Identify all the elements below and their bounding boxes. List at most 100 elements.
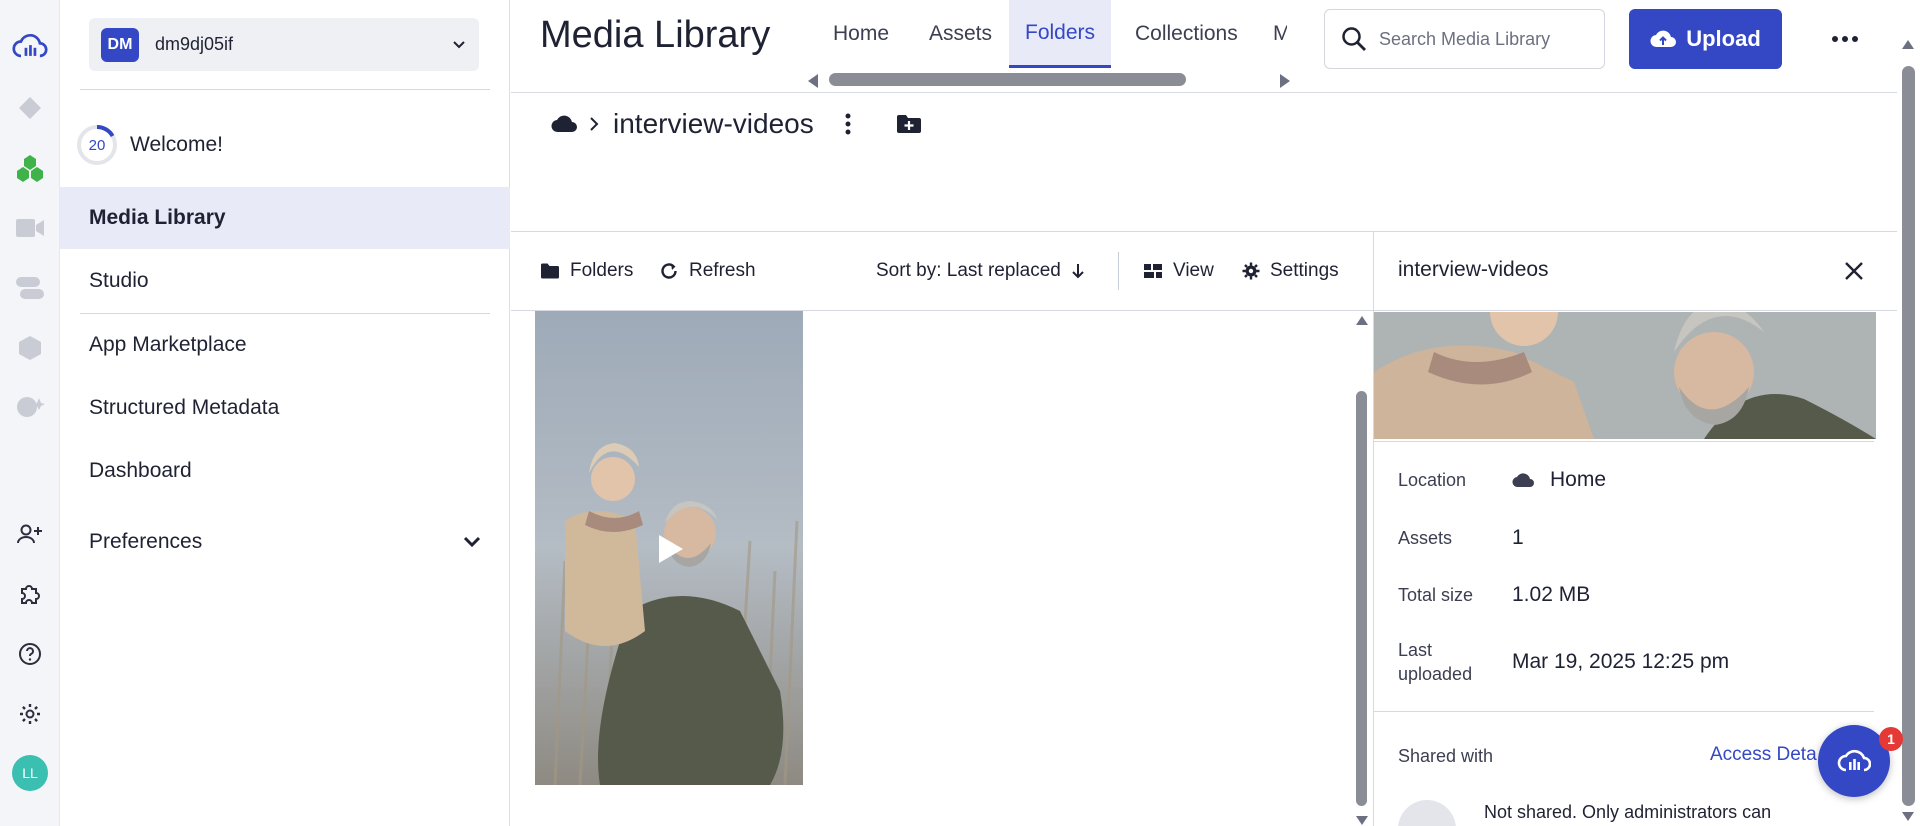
access-details-link[interactable]: Access Deta [1710,744,1817,766]
details-divider [1374,711,1874,712]
user-avatar-initials: LL [12,755,48,791]
folders-label: Folders [570,260,634,281]
progress-ring: 20 [76,124,118,166]
welcome-item[interactable]: 20 Welcome! [76,124,223,166]
page-scrollbar[interactable] [1897,0,1920,826]
account-name: dm9dj05if [155,34,234,54]
breadcrumb-current-folder: interview-videos [613,108,814,139]
chevron-right-icon [590,117,599,131]
cloudinary-logo-icon[interactable] [12,28,48,64]
tabs-scrollbar[interactable] [802,73,1296,89]
toolbar: Folders Refresh Sort by: Last replaced V… [511,232,1371,310]
details-divider [1374,441,1874,442]
scroll-down-arrow-icon[interactable] [1902,812,1914,821]
upload-button[interactable]: Upload [1629,9,1782,69]
new-folder-icon[interactable] [896,114,922,134]
asset-grid-scrollbar[interactable] [1354,316,1370,826]
search-input[interactable] [1379,28,1599,50]
detail-value: 1.02 MB [1512,583,1591,606]
grid-view-icon [1144,264,1162,278]
sidebar-item-label: Structured Metadata [89,396,280,419]
search-field[interactable] [1324,9,1605,69]
account-switcher[interactable]: DM dm9dj05if [89,18,479,71]
video-icon[interactable] [12,210,48,246]
sidebar-item-studio[interactable]: Studio [60,250,510,312]
tab-collections[interactable]: Collections [1119,0,1254,68]
settings-label: Settings [1270,260,1339,281]
view-label: View [1173,260,1214,281]
view-button[interactable]: View [1143,232,1214,310]
main-area: Media Library Home Assets Folders Collec… [511,0,1898,826]
sidebar-item-structured-metadata[interactable]: Structured Metadata [60,377,510,439]
scroll-up-arrow-icon[interactable] [1902,40,1914,49]
detail-key-line: uploaded [1398,664,1473,684]
account-badge: DM [101,27,139,62]
scroll-up-arrow-icon[interactable] [1356,316,1368,325]
refresh-label: Refresh [689,260,756,281]
settings-button[interactable]: Settings [1242,232,1339,310]
video-asset-thumbnail[interactable] [535,311,803,785]
folder-preview-image [1374,312,1876,439]
tabs-scrollbar-thumb[interactable] [829,73,1186,86]
assets-cubes-icon[interactable] [12,150,48,186]
programmable-media-icon[interactable] [12,90,48,126]
sidebar-item-label: App Marketplace [89,333,247,356]
top-tabs: Home Assets Folders Collections M [817,0,1287,68]
add-user-icon[interactable] [12,516,48,552]
shared-avatar-placeholder [1398,800,1456,826]
hexagon-icon[interactable] [12,330,48,366]
arrow-down-icon [1072,264,1084,279]
chevron-down-icon [463,536,481,548]
search-icon [1342,27,1366,51]
notification-badge: 1 [1879,727,1903,751]
user-avatar[interactable]: LL [12,755,48,791]
tab-assets[interactable]: Assets [913,0,1008,68]
sidebar-item-preferences[interactable]: Preferences [60,511,510,573]
folders-toggle-button[interactable]: Folders [540,232,633,310]
refresh-icon [661,263,677,279]
page-title: Media Library [540,14,771,56]
icon-rail: LL [0,0,60,826]
conversations-icon[interactable] [12,270,48,306]
folder-details-panel: interview-videos Location Home Assets 1 … [1373,232,1898,826]
detail-key: Location [1398,470,1467,490]
cloud-icon [1512,473,1534,488]
sidebar-item-label: Studio [89,269,149,292]
tab-folders[interactable]: Folders [1009,0,1112,68]
cloud-home-icon[interactable] [551,115,577,133]
refresh-button[interactable]: Refresh [659,232,756,310]
folder-icon [541,263,559,279]
more-options-icon[interactable] [1827,24,1863,54]
toolbar-divider [1118,252,1119,290]
asset-grid-scrollbar-thumb[interactable] [1356,391,1367,806]
sidebar-item-dashboard[interactable]: Dashboard [60,440,510,502]
tab-home[interactable]: Home [817,0,905,68]
puzzle-icon[interactable] [12,576,48,612]
folder-options-icon[interactable] [844,113,852,135]
ai-chat-icon[interactable] [12,390,48,426]
header-divider [511,92,1897,93]
scroll-down-arrow-icon[interactable] [1356,816,1368,825]
close-icon[interactable] [1839,256,1869,286]
settings-gear-icon[interactable] [12,696,48,732]
sidebar-item-app-marketplace[interactable]: App Marketplace [60,314,510,376]
page-scrollbar-thumb[interactable] [1902,66,1915,806]
detail-row-assets: Assets 1 [1398,526,1524,550]
not-shared-text: Not shared. Only administrators can [1484,802,1772,822]
detail-value: 1 [1512,526,1524,549]
scroll-right-arrow-icon[interactable] [1280,74,1290,88]
detail-row-location: Location Home [1398,468,1606,492]
help-icon[interactable] [12,636,48,672]
detail-value: Home [1550,468,1607,491]
detail-key: Assets [1398,528,1453,548]
sidebar-item-media-library[interactable]: Media Library [60,187,510,249]
tab-more-truncated[interactable]: M [1257,0,1287,68]
sidebar-divider [80,89,490,90]
sort-dropdown[interactable]: Sort by: Last replaced [876,232,1085,310]
details-header-divider [1374,310,1898,311]
scroll-left-arrow-icon[interactable] [808,74,818,88]
breadcrumb: interview-videos [551,108,922,140]
detail-row-shared-with: Shared with [1398,744,1512,768]
cloudinary-chat-icon [1837,749,1871,772]
sidebar: DM dm9dj05if 20 Welcome! Media Library S… [60,0,510,826]
